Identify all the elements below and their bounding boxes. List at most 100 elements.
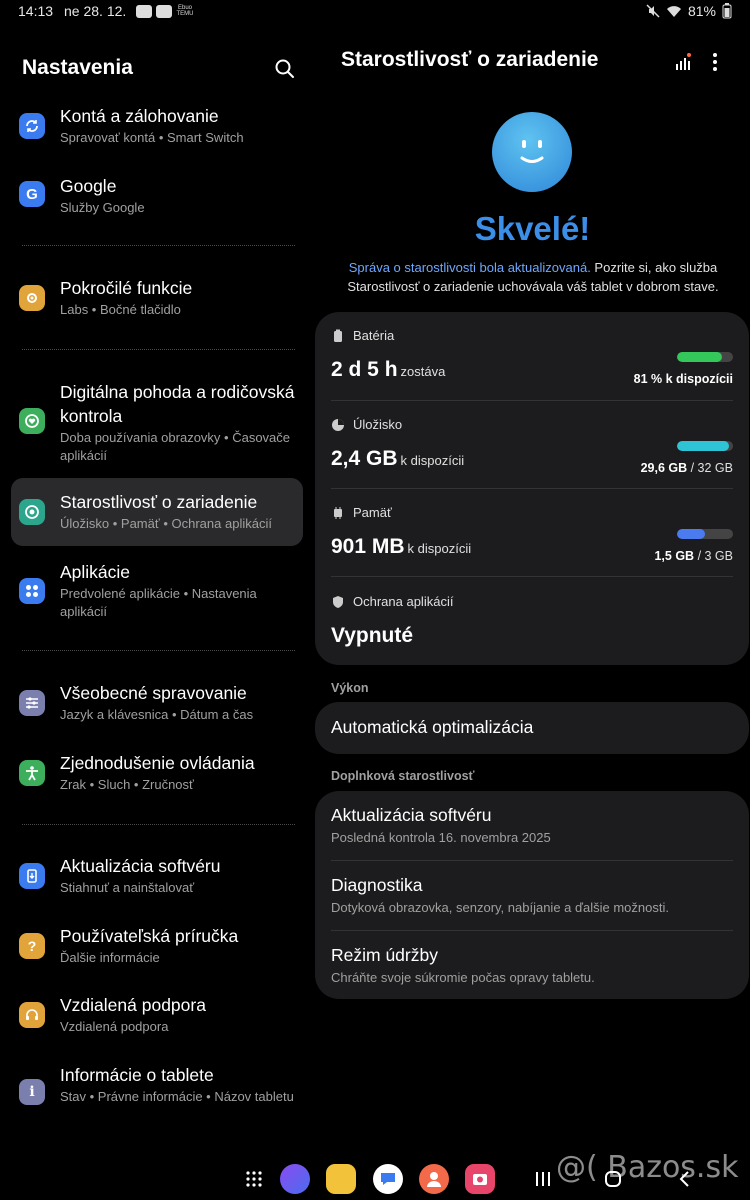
storage-value-row: 2,4 GB k dispozícii — [331, 447, 464, 471]
status-right: 81% — [646, 3, 732, 19]
memory-used: 1,5 GB — [654, 549, 695, 563]
divider — [331, 576, 733, 577]
battery-stat[interactable]: Batéria 2 d 5 h zostáva 81 % k dispozícii — [331, 328, 733, 398]
storage-icon — [332, 418, 344, 431]
camera-icon[interactable] — [465, 1164, 495, 1194]
additional-care-card: Aktualizácia softvéru Posledná kontrola … — [315, 791, 749, 999]
item-title: Všeobecné spravovanie — [60, 683, 247, 703]
item-subtitle: Labs • Bočné tlačidlo — [60, 302, 181, 317]
memory-bar-fill — [677, 529, 705, 539]
storage-stat[interactable]: Úložisko 2,4 GB k dispozícii 29,6 GB / 32… — [331, 417, 733, 487]
item-subtitle: Vzdialená podpora — [60, 1019, 169, 1034]
report-chart-icon[interactable] — [673, 52, 693, 72]
item-title: Digitálna pohoda a rodičovská kontrola — [60, 382, 295, 426]
settings-item-software-update[interactable]: Aktualizácia softvéru Stiahnuť a nainšta… — [11, 850, 303, 910]
memory-unit: k dispozícii — [407, 541, 472, 556]
protection-value: Vypnuté — [331, 624, 414, 647]
internet-browser-icon[interactable] — [280, 1164, 310, 1194]
youtube-notification-icon — [136, 5, 152, 18]
temu-label: Ebuo TEMU — [176, 5, 194, 17]
divider — [22, 650, 295, 651]
accessibility-icon — [19, 760, 45, 786]
storage-total: / 32 GB — [687, 461, 733, 475]
memory-label: Pamäť — [353, 505, 392, 520]
device-care-icon — [19, 499, 45, 525]
item-title: Kontá a zálohovanie — [60, 106, 219, 126]
user-manual-icon: ? — [19, 933, 45, 959]
storage-label: Úložisko — [353, 417, 403, 432]
row-subtitle: Chráňte svoje súkromie počas opravy tabl… — [331, 970, 595, 985]
status-heading: Skvelé! — [474, 210, 591, 247]
settings-item-advanced-features[interactable]: Pokročilé funkcie Labs • Bočné tlačidlo — [11, 272, 303, 332]
settings-title: Nastavenia — [22, 56, 133, 79]
settings-item-digital-wellbeing[interactable]: Digitálna pohoda a rodičovská kontrola D… — [11, 376, 303, 466]
battery-label: Batéria — [353, 328, 395, 343]
settings-item-remote-support[interactable]: Vzdialená podpora Vzdialená podpora — [11, 989, 303, 1049]
protection-label: Ochrana aplikácií — [353, 594, 454, 609]
row-subtitle: Posledná kontrola 16. novembra 2025 — [331, 830, 551, 845]
item-title: Informácie o tablete — [60, 1065, 214, 1085]
device-care-panel: Starostlivosť o zariadenie Skvelé! Správ… — [315, 24, 750, 1174]
info-icon: i — [19, 1079, 45, 1105]
notification-icons: Ebuo TEMU — [136, 5, 194, 18]
item-subtitle: Jazyk a klávesnica • Dátum a čas — [60, 707, 254, 722]
memory-stat[interactable]: Pamäť 901 MB k dispozícii 1,5 GB / 3 GB — [331, 505, 733, 575]
item-subtitle: Úložisko • Pamäť • Ochrana aplikácií — [60, 516, 272, 531]
divider — [22, 349, 295, 350]
search-icon[interactable] — [274, 58, 296, 80]
item-subtitle: Služby Google — [60, 200, 145, 215]
status-bar: 14:13 ne 28. 12. Ebuo TEMU 81% — [0, 0, 750, 24]
stats-card: Batéria 2 d 5 h zostáva 81 % k dispozícii… — [315, 312, 749, 665]
smiley-status-icon — [492, 112, 572, 192]
settings-panel: Nastavenia Kontá a zálohovanie Spravovať… — [0, 24, 315, 1174]
item-title: Aplikácie — [60, 562, 131, 582]
settings-item-tablet-info[interactable]: i Informácie o tablete Stav • Právne inf… — [11, 1059, 303, 1129]
more-options-icon[interactable] — [712, 52, 718, 72]
battery-percent: 81% — [687, 3, 716, 19]
my-files-icon[interactable] — [326, 1164, 356, 1194]
divider — [22, 245, 295, 246]
memory-bar — [677, 529, 733, 539]
memory-value-row: 901 MB k dispozícii — [331, 535, 471, 559]
messages-icon[interactable] — [373, 1164, 403, 1194]
settings-item-device-care[interactable]: Starostlivosť o zariadenie Úložisko • Pa… — [11, 478, 303, 546]
item-subtitle: Stav • Právne informácie • Názov tabletu — [60, 1089, 294, 1104]
battery-unit: zostáva — [400, 364, 446, 379]
battery-bar-fill — [677, 352, 723, 362]
device-care-title: Starostlivosť o zariadenie — [341, 48, 599, 71]
settings-item-accessibility[interactable]: Zjednodušenie ovládania Zrak • Sluch • Z… — [11, 747, 303, 807]
storage-unit: k dispozícii — [400, 453, 465, 468]
wellbeing-icon — [19, 408, 45, 434]
auto-optimization-card[interactable]: Automatická optimalizácia — [315, 702, 749, 754]
row-title: Režim údržby — [331, 945, 438, 965]
item-subtitle: Stiahnuť a nainštalovať — [60, 880, 195, 895]
battery-value: 2 d 5 h — [331, 358, 398, 381]
item-title: Vzdialená podpora — [60, 995, 206, 1015]
settings-item-apps[interactable]: Aplikácie Predvolené aplikácie • Nastave… — [11, 556, 303, 626]
battery-icon — [722, 3, 732, 19]
additional-care-section-label: Doplnková starostlivosť — [331, 769, 475, 783]
settings-item-accounts-backup[interactable]: Kontá a zálohovanie Spravovať kontá • Sm… — [11, 100, 303, 160]
bazos-watermark: @( Bazos.sk — [556, 1150, 739, 1185]
storage-note: 29,6 GB / 32 GB — [641, 461, 733, 475]
storage-value: 2,4 GB — [331, 447, 398, 470]
app-drawer-icon[interactable] — [245, 1170, 263, 1188]
contacts-icon[interactable] — [419, 1164, 449, 1194]
settings-item-user-manual[interactable]: ? Používateľská príručka Ďalšie informác… — [11, 920, 303, 980]
mute-icon — [646, 4, 660, 18]
item-title: Zjednodušenie ovládania — [60, 753, 255, 773]
memory-value: 901 MB — [331, 535, 405, 558]
app-protection-stat[interactable]: Ochrana aplikácií Vypnuté — [331, 594, 733, 654]
report-link[interactable]: Správa o starostlivosti bola aktualizova… — [349, 260, 591, 275]
settings-item-general-management[interactable]: Všeobecné spravovanie Jazyk a klávesnica… — [11, 677, 303, 737]
memory-chip-icon — [334, 506, 342, 519]
settings-item-google[interactable]: G Google Služby Google — [11, 170, 303, 230]
recent-apps-icon[interactable] — [535, 1172, 551, 1186]
item-title: Aktualizácia softvéru — [60, 856, 221, 876]
auto-optimization-label: Automatická optimalizácia — [331, 717, 534, 737]
battery-icon — [334, 329, 342, 342]
shield-icon — [333, 595, 343, 608]
battery-available: 81 % k dispozícii — [633, 372, 733, 386]
divider — [22, 824, 295, 825]
battery-label-row: Batéria — [331, 328, 394, 343]
